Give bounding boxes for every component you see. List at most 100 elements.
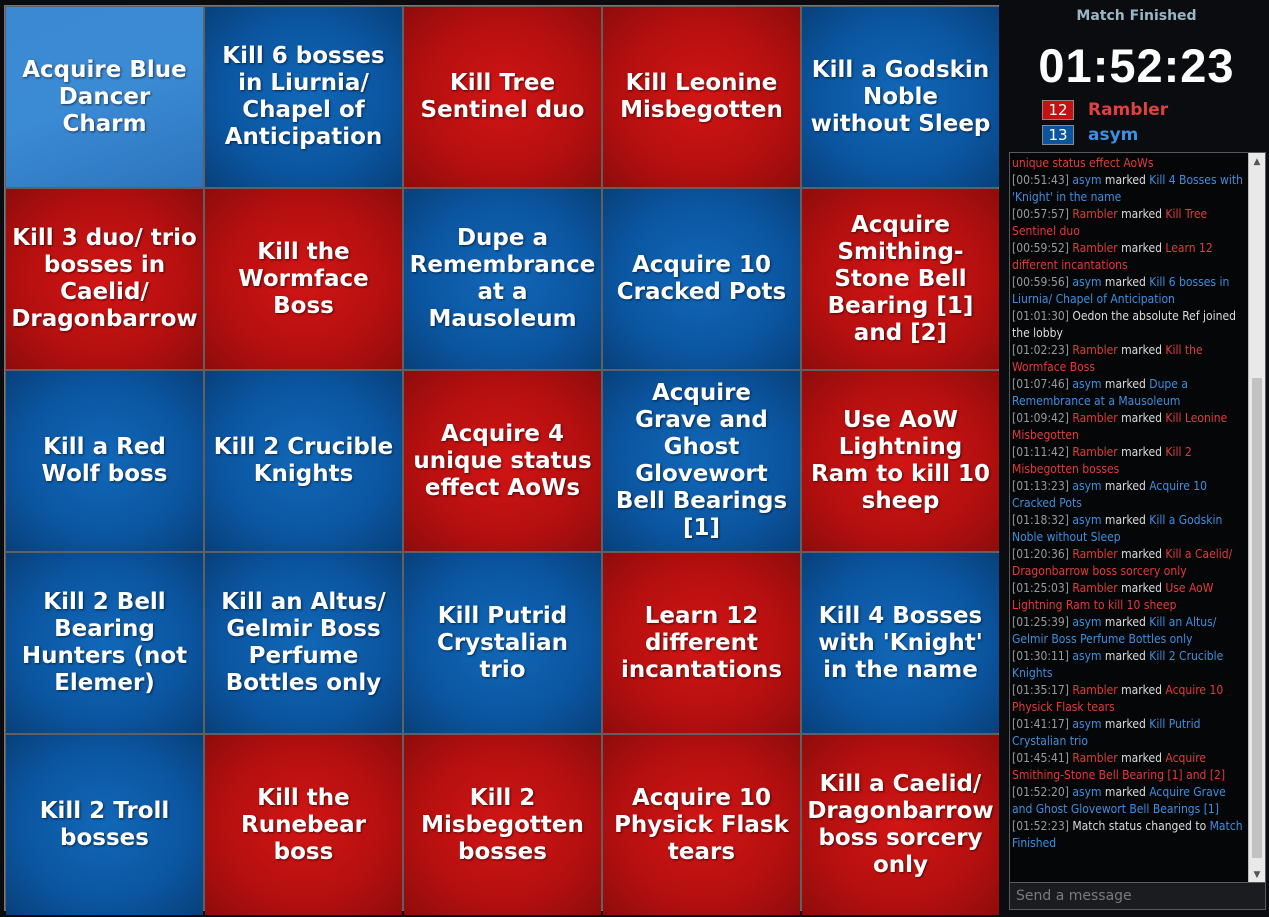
bingo-cell[interactable]: Kill 2 Bell Bearing Hunters (not Elemer) <box>6 553 203 733</box>
chat-text: marked <box>1101 649 1150 663</box>
chat-timestamp: [01:35:17] <box>1012 683 1073 697</box>
bingo-cell[interactable]: Acquire 10 Cracked Pots <box>603 189 800 369</box>
bingo-cell[interactable]: Kill 6 bosses in Liurnia/ Chapel of Anti… <box>205 7 402 187</box>
bingo-cell-label: Kill a Godskin Noble without Sleep <box>810 56 991 137</box>
bingo-cell[interactable]: Kill 2 Troll bosses <box>6 735 203 915</box>
scroll-thumb[interactable] <box>1252 378 1262 858</box>
chat-text: marked <box>1101 173 1150 187</box>
bingo-cell[interactable]: Kill Putrid Crystalian trio <box>404 553 601 733</box>
chat-timestamp: [01:52:23] <box>1012 819 1073 833</box>
chat-log[interactable]: unique status effect AoWs [00:51:43] asym… <box>1009 152 1266 884</box>
chat-text: Rambler <box>1072 411 1118 425</box>
bingo-cell-label: Kill 2 Misbegotten bosses <box>421 784 584 865</box>
chat-text: Rambler <box>1072 241 1118 255</box>
chat-text: Rambler <box>1072 683 1118 697</box>
scroll-up-icon[interactable]: ▲ <box>1249 153 1265 170</box>
bingo-cell-label: Kill 2 Crucible Knights <box>213 434 394 487</box>
bingo-cell[interactable]: Kill an Altus/ Gelmir Boss Perfume Bottl… <box>205 553 402 733</box>
chat-entry: [01:07:46] asym marked Dupe a Remembranc… <box>1012 376 1248 410</box>
chat-entry: [00:59:56] asym marked Kill 6 bosses in … <box>1012 274 1248 308</box>
bingo-cell[interactable]: Dupe a Remembrance at a Mausoleum <box>404 189 601 369</box>
bingo-cell[interactable]: Acquire Smithing-Stone Bell Bearing [1] … <box>802 189 999 369</box>
bingo-cell[interactable]: Kill Leonine Misbegotten <box>603 7 800 187</box>
chat-text: asym <box>1072 785 1102 799</box>
bingo-cell-label: Acquire Grave and Ghost Glovewort Bell B… <box>615 380 788 541</box>
chat-text: marked <box>1117 683 1166 697</box>
chat-entry: [01:01:30] Oedon the absolute Ref joined… <box>1012 308 1248 342</box>
bingo-cell-label: Kill a Caelid/ Dragonbarrow boss sorcery… <box>807 771 994 878</box>
bingo-board: Acquire Blue Dancer Charm Kill 6 bosses i… <box>4 5 999 915</box>
bingo-cell-label: Kill 2 Bell Bearing Hunters (not Elemer) <box>21 589 188 696</box>
chat-entry: [00:51:43] asym marked Kill 4 Bosses wit… <box>1012 172 1248 206</box>
player-name: Rambler <box>1088 100 1169 120</box>
bingo-cell[interactable]: Kill a Red Wolf boss <box>6 371 203 551</box>
bingo-cell-label: Acquire 10 Cracked Pots <box>616 252 787 305</box>
chat-text: Match status changed to <box>1072 819 1210 833</box>
chat-entry: [01:02:23] Rambler marked Kill the Wormf… <box>1012 342 1248 376</box>
chat-timestamp: [00:51:43] <box>1012 173 1073 187</box>
chat-timestamp: [01:18:32] <box>1012 513 1073 527</box>
bingo-cell-label: Acquire Blue Dancer Charm <box>22 56 187 137</box>
bingo-cell[interactable]: Kill a Caelid/ Dragonbarrow boss sorcery… <box>802 735 999 915</box>
chat-text: marked <box>1117 547 1166 561</box>
bingo-cell[interactable]: Kill Tree Sentinel duo <box>404 7 601 187</box>
bingo-cell-label: Acquire Smithing-Stone Bell Bearing [1] … <box>827 211 974 346</box>
chat-timestamp: [01:45:41] <box>1012 751 1073 765</box>
chat-entry: [01:30:11] asym marked Kill 2 Crucible K… <box>1012 648 1248 682</box>
chat-text: marked <box>1101 479 1150 493</box>
chat-timestamp: [01:07:46] <box>1012 377 1073 391</box>
chat-timestamp: [00:59:52] <box>1012 241 1073 255</box>
bingo-cell[interactable]: Kill 3 duo/ trio bosses in Caelid/ Drago… <box>6 189 203 369</box>
bingo-cell-label: Kill a Red Wolf boss <box>41 434 168 487</box>
scroll-down-icon[interactable]: ▼ <box>1249 866 1265 883</box>
chat-text: asym <box>1072 479 1102 493</box>
bingo-cell-label: Acquire 10 Physick Flask tears <box>614 784 789 865</box>
chat-text: marked <box>1117 751 1166 765</box>
bingo-cell-label: Kill 3 duo/ trio bosses in Caelid/ Drago… <box>11 225 198 332</box>
bingo-cell-label: Kill Leonine Misbegotten <box>620 70 783 123</box>
chat-entry: [00:59:52] Rambler marked Learn 12 diffe… <box>1012 240 1248 274</box>
chat-text: asym <box>1072 649 1102 663</box>
chat-text: marked <box>1117 241 1166 255</box>
chat-entry: [01:13:23] asym marked Acquire 10 Cracke… <box>1012 478 1248 512</box>
bingo-cell[interactable]: Kill 2 Crucible Knights <box>205 371 402 551</box>
bingo-cell[interactable]: Kill the Wormface Boss <box>205 189 402 369</box>
bingo-cell-label: Kill an Altus/ Gelmir Boss Perfume Bottl… <box>221 589 386 696</box>
bingo-cell[interactable]: Acquire Blue Dancer Charm <box>6 7 203 187</box>
chat-scrollbar[interactable]: ▲ ▼ <box>1248 153 1265 883</box>
bingo-cell-label: Use AoW Lightning Ram to kill 10 sheep <box>811 407 990 514</box>
chat-timestamp: [01:01:30] <box>1012 309 1073 323</box>
chat-text: marked <box>1117 411 1166 425</box>
chat-entry: unique status effect AoWs <box>1012 155 1248 172</box>
chat-timestamp: [00:57:57] <box>1012 207 1073 221</box>
bingo-cell[interactable]: Kill 4 Bosses with 'Knight' in the name <box>802 553 999 733</box>
bingo-cell-label: Dupe a Remembrance at a Mausoleum <box>409 225 596 332</box>
chat-text: Rambler <box>1072 445 1118 459</box>
bingo-cell[interactable]: Kill the Runebear boss <box>205 735 402 915</box>
chat-text: Rambler <box>1072 581 1118 595</box>
chat-log-entries: unique status effect AoWs [00:51:43] asym… <box>1012 155 1248 852</box>
chat-text: marked <box>1101 615 1150 629</box>
chat-text: asym <box>1072 513 1102 527</box>
chat-entry: [01:45:41] Rambler marked Acquire Smithi… <box>1012 750 1248 784</box>
chat-text: Rambler <box>1072 547 1118 561</box>
bingo-cell[interactable]: Acquire 4 unique status effect AoWs <box>404 371 601 551</box>
chat-timestamp: [01:25:39] <box>1012 615 1073 629</box>
chat-text: marked <box>1117 207 1166 221</box>
chat-entry: [01:52:20] asym marked Acquire Grave and… <box>1012 784 1248 818</box>
bingo-cell[interactable]: Use AoW Lightning Ram to kill 10 sheep <box>802 371 999 551</box>
chat-timestamp: [01:02:23] <box>1012 343 1073 357</box>
bingo-cell[interactable]: Acquire Grave and Ghost Glovewort Bell B… <box>603 371 800 551</box>
bingo-cell-label: Kill Putrid Crystalian trio <box>436 602 569 683</box>
bingo-cell-label: Kill 6 bosses in Liurnia/ Chapel of Anti… <box>222 43 385 150</box>
chat-timestamp: [01:11:42] <box>1012 445 1073 459</box>
bingo-cell[interactable]: Kill a Godskin Noble without Sleep <box>802 7 999 187</box>
message-input[interactable] <box>1009 882 1266 910</box>
side-panel: Match Finished 01:52:23 12 Rambler 13 as… <box>1004 0 1269 917</box>
bingo-cell-label: Kill 4 Bosses with 'Knight' in the name <box>818 602 983 683</box>
chat-text: marked <box>1117 343 1166 357</box>
bingo-cell[interactable]: Kill 2 Misbegotten bosses <box>404 735 601 915</box>
score-badge: 13 <box>1042 125 1074 145</box>
bingo-cell[interactable]: Learn 12 different incantations <box>603 553 800 733</box>
bingo-cell[interactable]: Acquire 10 Physick Flask tears <box>603 735 800 915</box>
